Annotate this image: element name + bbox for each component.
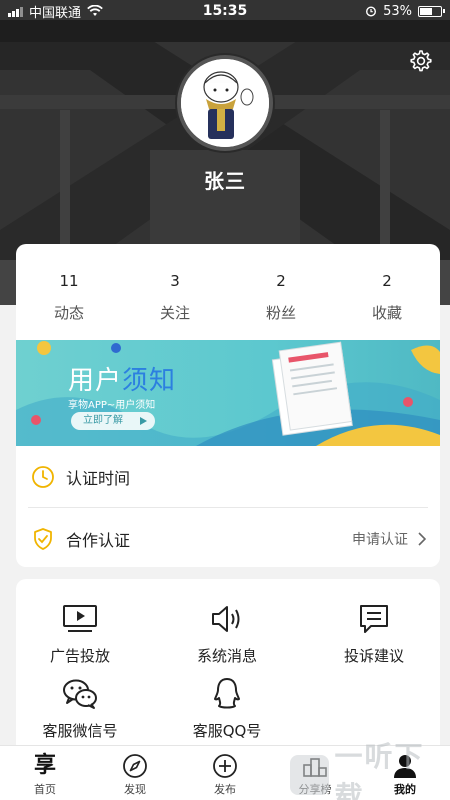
service-label: 投诉建议 — [343, 647, 404, 665]
user-notice-banner[interactable]: 用户须知 享物APP~用户须知 立即了解 — [16, 340, 440, 446]
stat-count: 2 — [276, 272, 286, 290]
compass-icon — [121, 752, 149, 780]
message-icon — [354, 599, 394, 639]
home-logo-icon: 享 — [31, 752, 59, 780]
tab-mine[interactable]: 我的 — [360, 746, 450, 800]
avatar-illustration — [181, 59, 269, 147]
banner-learn-more-button[interactable]: 立即了解 — [71, 412, 155, 430]
tab-label: 我的 — [394, 783, 416, 796]
status-time: 15:35 — [202, 3, 248, 19]
wifi-icon — [87, 5, 103, 16]
stat-following[interactable]: 3 关注 — [122, 244, 228, 340]
service-label: 广告投放 — [49, 647, 110, 665]
service-qq[interactable]: 客服QQ号 — [167, 674, 287, 741]
tab-discover[interactable]: 发现 — [90, 746, 180, 800]
stat-count: 2 — [382, 272, 392, 290]
settings-button[interactable] — [406, 47, 434, 75]
stat-label: 粉丝 — [265, 304, 296, 322]
banner-subtitle: 享物APP~用户须知 — [68, 400, 156, 411]
service-complaints[interactable]: 投诉建议 — [314, 599, 434, 666]
stat-label: 动态 — [53, 304, 84, 322]
wechat-icon — [60, 674, 100, 714]
clock-icon — [30, 464, 56, 490]
banner-title: 用户须知 — [68, 360, 176, 397]
service-advertising[interactable]: 广告投放 — [20, 599, 140, 666]
tab-leaderboard[interactable]: 分享榜 — [270, 746, 360, 800]
battery-icon — [418, 5, 445, 17]
stats-row: 11 动态 3 关注 2 粉丝 2 收藏 — [16, 244, 440, 340]
stat-label: 收藏 — [371, 304, 402, 322]
gear-icon — [410, 50, 432, 72]
podium-icon — [301, 752, 329, 780]
tab-label: 首页 — [34, 783, 56, 796]
apply-certification-link[interactable]: 申请认证 — [352, 529, 408, 549]
tab-label: 分享榜 — [298, 783, 332, 796]
cooperation-certification-row[interactable]: 合作认证 申请认证 — [16, 508, 440, 567]
stat-count: 11 — [59, 272, 79, 290]
carrier-name: 中国联通 — [29, 5, 82, 21]
service-label: 客服微信号 — [42, 722, 118, 740]
tab-publish[interactable]: 发布 — [180, 746, 270, 800]
alarm-icon — [366, 6, 377, 17]
status-bar: 中国联通 15:35 53% — [0, 0, 450, 22]
service-label: 客服QQ号 — [192, 722, 262, 740]
signal-icon — [8, 6, 23, 17]
qq-icon — [207, 674, 247, 714]
banner-title-part2: 须知 — [122, 366, 177, 396]
service-wechat[interactable]: 客服微信号 — [20, 674, 140, 741]
profile-card: 11 动态 3 关注 2 粉丝 2 收藏 用户须知 享物APP~用户须知 立即了… — [16, 244, 440, 567]
battery-percent: 53% — [383, 3, 412, 19]
speaker-icon — [207, 599, 247, 639]
tab-home[interactable]: 享 首页 — [0, 746, 90, 800]
plus-circle-icon — [211, 752, 239, 780]
tab-label: 发布 — [214, 783, 236, 796]
row-label: 认证时间 — [66, 468, 131, 488]
avatar[interactable] — [177, 55, 273, 151]
play-screen-icon — [60, 599, 100, 639]
stat-favorites[interactable]: 2 收藏 — [334, 244, 440, 340]
username: 张三 — [204, 169, 246, 193]
stat-label: 关注 — [159, 304, 190, 322]
stat-count: 3 — [170, 272, 180, 290]
bottom-tab-bar: 享 首页 发现 发布 分享榜 我的 — [0, 745, 450, 800]
stat-posts[interactable]: 11 动态 — [16, 244, 122, 340]
stat-followers[interactable]: 2 粉丝 — [228, 244, 334, 340]
banner-title-part1: 用户 — [68, 366, 123, 396]
service-label: 系统消息 — [196, 647, 257, 665]
service-system-messages[interactable]: 系统消息 — [167, 599, 287, 666]
services-card: 广告投放 系统消息 投诉建议 客服微信号 客服QQ号 — [16, 579, 440, 749]
tab-label: 发现 — [124, 783, 146, 796]
row-label: 合作认证 — [66, 530, 131, 550]
certification-time-row[interactable]: 认证时间 — [16, 446, 440, 507]
chevron-right-icon — [418, 531, 426, 546]
shield-check-icon — [30, 526, 56, 552]
user-icon — [391, 752, 419, 780]
home-logo-glyph: 享 — [33, 753, 56, 778]
